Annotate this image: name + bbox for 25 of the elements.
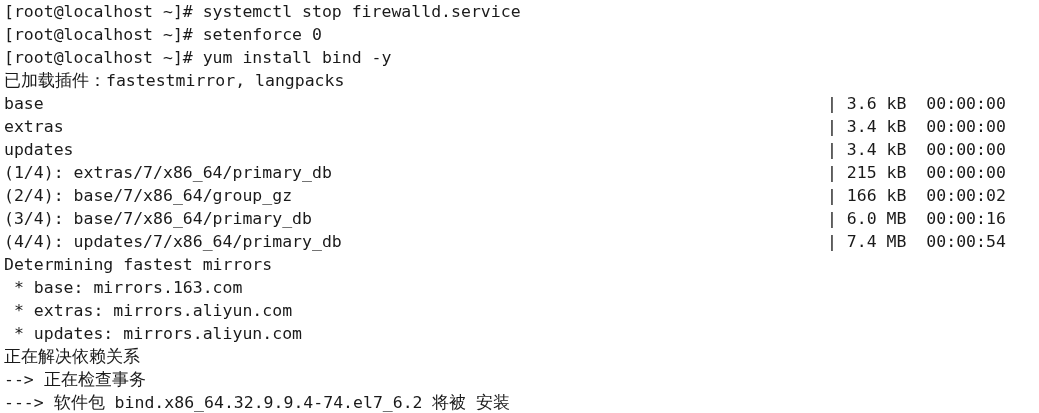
- terminal-line: [root@localhost ~]# yum install bind -y: [4, 47, 392, 69]
- download-stats: | 3.4 kB 00:00:00: [827, 139, 1006, 161]
- download-stats: | 166 kB 00:00:02: [827, 185, 1006, 207]
- terminal-line: 正在解决依赖关系: [4, 346, 140, 368]
- terminal-line: (4/4): updates/7/x86_64/primary_db: [4, 231, 343, 253]
- terminal-line: Determining fastest mirrors: [4, 254, 273, 276]
- download-stats: | 3.4 kB 00:00:00: [827, 116, 1006, 138]
- terminal-line: updates: [4, 139, 75, 161]
- terminal-line: --> 正在检查事务: [4, 369, 146, 391]
- download-stats: | 215 kB 00:00:00: [827, 162, 1006, 184]
- terminal-line: * extras: mirrors.aliyun.com: [12, 300, 293, 322]
- download-stats: | 6.0 MB 00:00:16: [827, 208, 1006, 230]
- terminal-line: * base: mirrors.163.com: [12, 277, 243, 299]
- download-stats: | 7.4 MB 00:00:54: [827, 231, 1006, 253]
- terminal-line: base: [4, 93, 45, 115]
- terminal-line: [root@localhost ~]# systemctl stop firewalld.service: [4, 1, 521, 23]
- terminal-line: 已加载插件：fastestmirror, langpacks: [4, 70, 345, 92]
- terminal-line: (1/4): extras/7/x86_64/primary_db: [4, 162, 333, 184]
- download-stats: | 3.6 kB 00:00:00: [827, 93, 1006, 115]
- terminal-line: * updates: mirrors.aliyun.com: [12, 323, 302, 345]
- terminal-line: (3/4): base/7/x86_64/primary_db: [4, 208, 313, 230]
- terminal-line: extras: [4, 116, 65, 138]
- terminal-line: [root@localhost ~]# setenforce 0: [4, 24, 322, 46]
- terminal-line: ---> 软件包 bind.x86_64.32.9.9.4-74.el7_6.2 将被 安装: [4, 392, 511, 413]
- terminal-line: (2/4): base/7/x86_64/group_gz: [4, 185, 294, 207]
